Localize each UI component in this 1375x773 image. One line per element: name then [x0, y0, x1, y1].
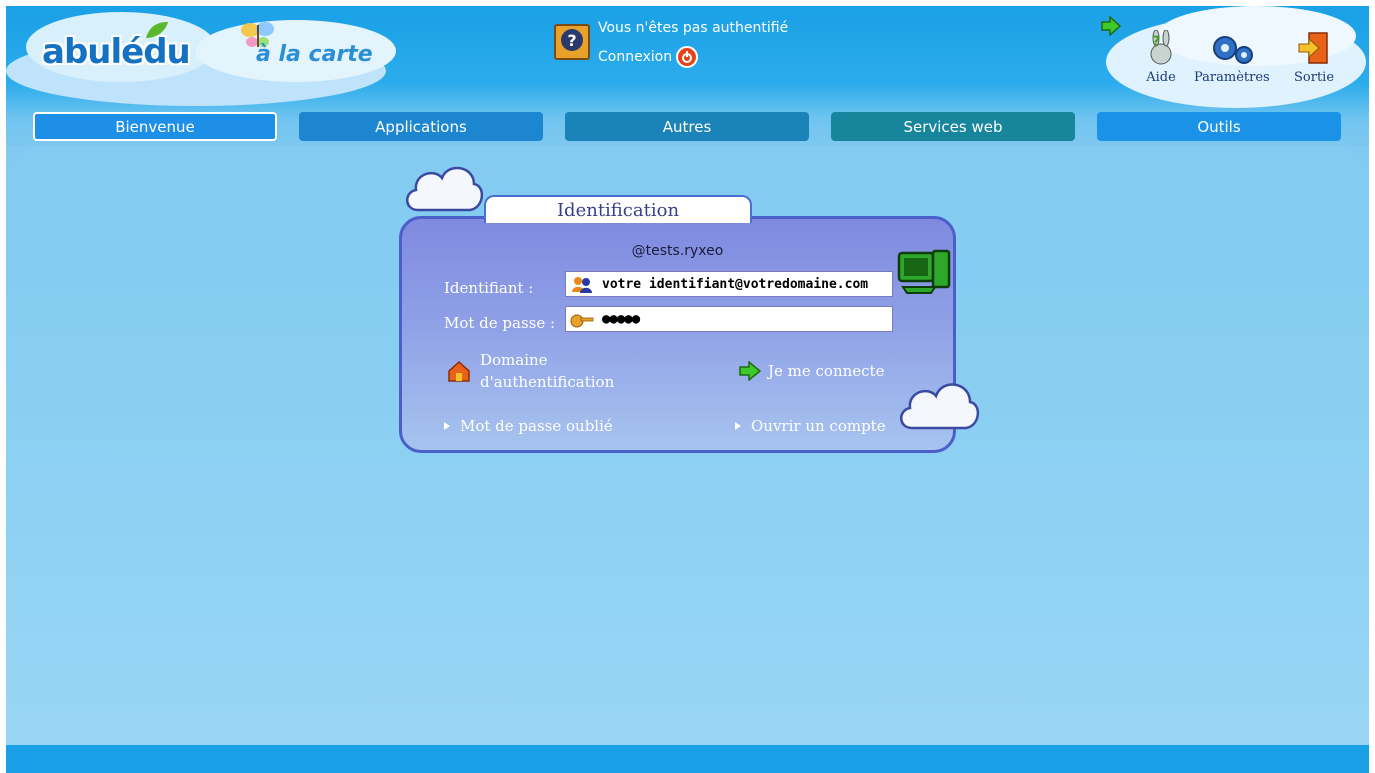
content-area-top	[6, 146, 1369, 186]
domain-link[interactable]: Domaine d'authentification	[446, 349, 614, 393]
domain-title: @tests.ryxeo	[631, 243, 724, 259]
main-nav: Bienvenue Applications Autres Services w…	[33, 112, 1343, 142]
app-window: abulédu à la carte ? Vous n'êtes pas aut…	[6, 6, 1369, 773]
cloud-decoration-icon	[406, 166, 483, 212]
exit-button[interactable]: Sortie	[1294, 30, 1334, 85]
power-icon[interactable]	[676, 46, 699, 68]
tab-outils[interactable]: Outils	[1097, 112, 1341, 141]
help-rabbit-icon: ?	[1150, 30, 1172, 65]
tools-panel: ? Aide Paramètres Sortie	[1114, 12, 1364, 108]
exit-door-icon	[1298, 32, 1328, 64]
computer-icon	[897, 249, 951, 294]
logo[interactable]: abulédu à la carte	[16, 14, 436, 104]
connect-label: Je me connecte	[768, 362, 885, 380]
svg-text:?: ?	[1152, 34, 1160, 50]
forgot-password-label: Mot de passe oublié	[460, 417, 613, 435]
help-button[interactable]: ? Aide	[1144, 30, 1178, 85]
forgot-password-link[interactable]: Mot de passe oublié	[444, 417, 613, 435]
settings-label: Paramètres	[1194, 70, 1270, 85]
home-icon	[448, 360, 470, 382]
users-icon	[572, 277, 592, 293]
tab-services-web[interactable]: Services web	[831, 112, 1075, 141]
tab-applications[interactable]: Applications	[299, 112, 543, 141]
help-label: Aide	[1146, 70, 1176, 85]
password-field[interactable]: ●●●●●	[565, 306, 893, 332]
username-field[interactable]: votre identifiant@votredomaine.com	[565, 271, 893, 297]
username-value: votre identifiant@votredomaine.com	[602, 276, 869, 292]
password-value: ●●●●●	[602, 311, 640, 327]
settings-button[interactable]: Paramètres	[1194, 30, 1270, 85]
auth-status: ? Vous n'êtes pas authentifié Connexion	[554, 20, 854, 70]
gears-icon	[1212, 36, 1253, 64]
svg-text:?: ?	[567, 31, 576, 50]
key-icon	[570, 314, 594, 328]
open-account-link[interactable]: Ouvrir un compte	[735, 417, 886, 435]
footer-bar	[6, 745, 1369, 773]
login-label: Connexion	[598, 49, 673, 65]
leaf-icon	[146, 22, 168, 38]
exit-label: Sortie	[1294, 70, 1335, 85]
username-label: Identifiant :	[444, 279, 534, 297]
triangle-right-icon	[735, 422, 741, 430]
connect-button[interactable]: Je me connecte	[738, 361, 884, 381]
tab-bienvenue[interactable]: Bienvenue	[33, 112, 277, 141]
login-link[interactable]: Connexion	[598, 46, 699, 68]
identification-panel: @tests.ryxeo Identifiant : votre identif…	[399, 216, 956, 453]
tab-autres[interactable]: Autres	[565, 112, 809, 141]
triangle-right-icon	[444, 422, 450, 430]
unknown-user-avatar-icon: ?	[554, 24, 590, 60]
identification-tab: Identification	[484, 195, 752, 223]
auth-status-text: Vous n'êtes pas authentifié	[598, 20, 789, 36]
green-arrow-icon	[739, 361, 762, 381]
password-label: Mot de passe :	[444, 314, 556, 332]
domain-link-line1: Domaine	[480, 351, 548, 369]
domain-link-line2: d'authentification	[480, 373, 615, 391]
logo-alacarte-text: à la carte	[256, 42, 373, 67]
open-account-label: Ouvrir un compte	[751, 417, 886, 435]
cloud-decoration-icon	[900, 383, 979, 430]
